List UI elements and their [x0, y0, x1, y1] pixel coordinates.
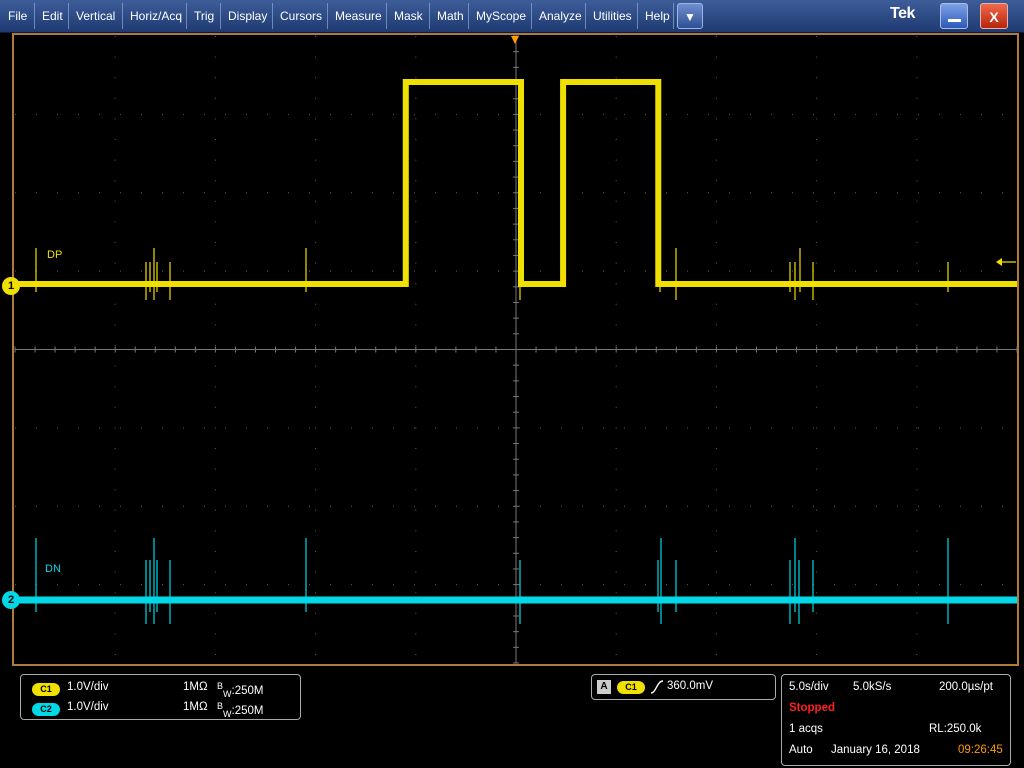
- left-arrow-icon[interactable]: [996, 258, 1016, 266]
- trigger-panel[interactable]: A C1 360.0mV: [591, 674, 776, 700]
- ch2-label: DN: [45, 563, 61, 575]
- acquisition-status: Stopped: [789, 702, 835, 714]
- ch2-marker[interactable]: 2: [2, 591, 20, 609]
- ch1-impedance: 1MΩ: [183, 681, 208, 693]
- ch1-marker[interactable]: 1: [2, 277, 20, 295]
- trigger-mode-badge: A: [597, 680, 611, 694]
- waveform-canvas: [14, 35, 1018, 664]
- ch1-bandwidth: BW:250M: [217, 681, 264, 700]
- trigger-level: 360.0mV: [667, 680, 714, 692]
- timebase: 5.0s/div: [789, 681, 829, 693]
- time: 09:26:45: [958, 744, 1003, 756]
- ch1-scale: 1.0V/div: [67, 681, 109, 693]
- channel-settings-panel[interactable]: C1 1.0V/div 1MΩ BW:250M C2 1.0V/div 1MΩ …: [20, 674, 301, 720]
- graticule-grid: [14, 35, 1018, 664]
- rising-edge-icon: [650, 680, 664, 694]
- ch2-bandwidth: BW:250M: [217, 701, 264, 720]
- ch2-impedance: 1MΩ: [183, 701, 208, 713]
- record-length: RL:250.0k: [929, 723, 982, 735]
- date: January 16, 2018: [831, 744, 920, 756]
- trigger-source-chip: C1: [617, 681, 645, 694]
- ch2-chip[interactable]: C2: [32, 703, 60, 716]
- trigger-mode: Auto: [789, 744, 813, 756]
- acquisition-panel[interactable]: 5.0s/div 5.0kS/s 200.0µs/pt Stopped 1 ac…: [781, 674, 1011, 766]
- triangle-down-icon[interactable]: [511, 36, 519, 44]
- sample-rate: 5.0kS/s: [853, 681, 892, 693]
- ch1-chip[interactable]: C1: [32, 683, 60, 696]
- acquisition-count: 1 acqs: [789, 723, 823, 735]
- ch2-scale: 1.0V/div: [67, 701, 109, 713]
- resolution: 200.0µs/pt: [939, 681, 993, 693]
- ch1-label: DP: [47, 249, 63, 261]
